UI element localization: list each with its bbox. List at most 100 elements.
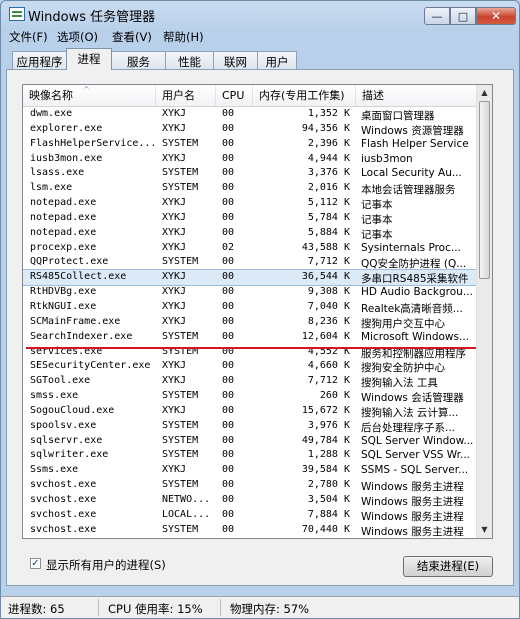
task-manager-window: Windows 任务管理器 — □ ✕ 文件(F) 选项(O) 查看(V) 帮助… bbox=[0, 0, 520, 619]
process-user: SYSTEM bbox=[162, 479, 199, 491]
process-user: XYKJ bbox=[162, 108, 187, 119]
column-image-name[interactable]: ^ 映像名称 bbox=[23, 85, 156, 106]
process-row[interactable]: svchost.exe LOCAL... 00 7,884 K Windows 服务主进… bbox=[23, 508, 478, 523]
process-row[interactable]: sqlwriter.exe SYSTEM 00 1,288 K SQL Server V… bbox=[23, 448, 478, 463]
tab-processes[interactable]: 进程 bbox=[66, 48, 112, 70]
process-cpu: 00 bbox=[222, 523, 235, 535]
process-row[interactable]: explorer.exe XYKJ 00 94,356 K Windows 资源管理器 bbox=[23, 122, 478, 137]
maximize-button[interactable]: □ bbox=[450, 7, 476, 25]
cpu-usage: CPU 使用率: 15% bbox=[108, 602, 203, 616]
process-row[interactable]: iusb3mon.exe XYKJ 00 4,944 K iusb3mon bbox=[23, 152, 478, 167]
process-row[interactable]: SCMainFrame.exe XYKJ 00 8,236 K 搜狗用户交互中心 bbox=[23, 315, 478, 330]
process-row[interactable]: sqlservr.exe SYSTEM 00 49,784 K SQL Server W… bbox=[23, 434, 478, 449]
process-user: SYSTEM bbox=[162, 137, 199, 149]
process-row[interactable]: spoolsv.exe SYSTEM 00 3,976 K 后台处理程序子系... bbox=[23, 419, 478, 434]
process-cpu: 00 bbox=[222, 434, 235, 446]
process-image-name: RS485Collect.exe bbox=[30, 271, 127, 283]
end-process-button[interactable]: 结束进程(E) bbox=[403, 556, 493, 577]
process-cpu: 00 bbox=[222, 360, 235, 372]
process-cpu: 00 bbox=[222, 226, 235, 238]
process-row[interactable]: procexp.exe XYKJ 02 43,588 K Sysinternals Pr… bbox=[23, 241, 478, 256]
scroll-down-icon[interactable]: ▼ bbox=[479, 523, 490, 537]
process-memory: 1,288 K bbox=[307, 449, 350, 461]
process-image-name: lsm.exe bbox=[30, 182, 73, 194]
process-row[interactable]: svchost.exe SYSTEM 00 2,780 K Windows 服务主进程 bbox=[23, 478, 478, 493]
process-description: Flash Helper Service bbox=[361, 137, 469, 150]
vertical-scrollbar[interactable]: ▲ ▼ bbox=[476, 85, 492, 538]
process-description: HD Audio Backgrou... bbox=[361, 286, 473, 299]
process-cpu: 00 bbox=[222, 271, 235, 283]
process-row[interactable]: SGTool.exe XYKJ 00 7,712 K 搜狗输入法 工具 bbox=[23, 374, 478, 389]
process-description: QQ安全防护进程 (Q... bbox=[361, 258, 467, 271]
process-memory: 43,588 K bbox=[301, 241, 350, 253]
process-row[interactable]: RS485Collect.exe XYKJ 00 36,544 K 多串口RS485采集… bbox=[23, 269, 479, 287]
process-row[interactable]: SESecurityCenter.exe XYKJ 00 4,660 K 搜狗安全防护中… bbox=[23, 359, 478, 374]
process-user: XYKJ bbox=[162, 241, 187, 253]
close-button[interactable]: ✕ bbox=[476, 7, 516, 25]
process-image-name: svchost.exe bbox=[30, 523, 97, 535]
process-memory: 3,504 K bbox=[307, 493, 350, 505]
column-memory[interactable]: 内存(专用工作集) bbox=[253, 85, 356, 106]
tab-applications[interactable]: 应用程序 bbox=[12, 51, 67, 69]
process-description: 记事本 bbox=[361, 199, 393, 212]
scroll-up-icon[interactable]: ▲ bbox=[479, 86, 490, 100]
process-row[interactable]: notepad.exe XYKJ 00 5,784 K 记事本 bbox=[23, 211, 478, 226]
process-memory: 12,604 K bbox=[301, 330, 350, 342]
sort-ascending-icon: ^ bbox=[83, 85, 90, 94]
process-description: 桌面窗口管理器 bbox=[361, 110, 435, 122]
menu-view[interactable]: 查看(V) bbox=[112, 29, 152, 45]
process-user: XYKJ bbox=[162, 286, 187, 298]
menu-options[interactable]: 选项(O) bbox=[57, 29, 98, 45]
process-cpu: 00 bbox=[222, 286, 235, 298]
process-description: SQL Server Window... bbox=[361, 434, 474, 447]
process-cpu: 00 bbox=[222, 197, 235, 209]
process-description: 记事本 bbox=[361, 228, 393, 241]
process-row[interactable]: QQProtect.exe SYSTEM 00 7,712 K QQ安全防护进程 (Q.… bbox=[23, 255, 478, 270]
process-description: 搜狗用户交互中心 bbox=[361, 317, 445, 330]
process-row[interactable]: SearchIndexer.exe SYSTEM 00 12,604 K Microso… bbox=[23, 330, 478, 345]
process-list[interactable]: ^ 映像名称 用户名 CPU 内存(专用工作集) 描述 dwm.exe XYKJ 0… bbox=[22, 84, 493, 539]
process-image-name: sqlwriter.exe bbox=[30, 449, 109, 461]
process-row[interactable]: SogouCloud.exe XYKJ 00 15,672 K 搜狗输入法 云计算... bbox=[23, 404, 478, 419]
process-memory: 2,780 K bbox=[307, 479, 350, 491]
process-row[interactable]: dwm.exe XYKJ 00 1,352 K 桌面窗口管理器 bbox=[23, 107, 478, 122]
column-header: ^ 映像名称 用户名 CPU 内存(专用工作集) 描述 bbox=[23, 85, 478, 107]
process-row[interactable]: smss.exe SYSTEM 00 260 K Windows 会话管理器 bbox=[23, 389, 478, 404]
process-user: NETWO... bbox=[162, 493, 211, 505]
process-description: Local Security Au... bbox=[361, 167, 462, 180]
process-cpu: 00 bbox=[222, 256, 235, 268]
column-description[interactable]: 描述 bbox=[356, 85, 478, 106]
process-image-name: SCMainFrame.exe bbox=[30, 315, 121, 327]
process-description: 多串口RS485采集软件 bbox=[361, 273, 469, 286]
menu-help[interactable]: 帮助(H) bbox=[163, 29, 204, 45]
process-row[interactable]: Ssms.exe XYKJ 00 39,584 K SSMS - SQL Server.… bbox=[23, 463, 478, 478]
process-memory: 9,308 K bbox=[307, 286, 350, 298]
process-row[interactable]: svchost.exe SYSTEM 00 70,440 K Windows 服务主进程 bbox=[23, 523, 478, 538]
tab-strip: 应用程序 进程 服务 性能 联网 用户 bbox=[1, 48, 519, 70]
column-cpu[interactable]: CPU bbox=[216, 85, 253, 106]
process-image-name: RtkNGUI.exe bbox=[30, 300, 97, 312]
tab-performance[interactable]: 性能 bbox=[165, 51, 214, 69]
menu-file[interactable]: 文件(F) bbox=[9, 29, 48, 45]
show-all-users-checkbox[interactable]: ✓ bbox=[30, 558, 41, 569]
process-row[interactable]: lsm.exe SYSTEM 00 2,016 K 本地会话管理器服务 bbox=[23, 181, 478, 196]
process-image-name: SESecurityCenter.exe bbox=[30, 360, 151, 372]
scrollbar-thumb[interactable] bbox=[479, 101, 490, 279]
process-row[interactable]: notepad.exe XYKJ 00 5,112 K 记事本 bbox=[23, 196, 478, 211]
process-row[interactable]: svchost.exe NETWO... 00 3,504 K Windows 服务主进… bbox=[23, 493, 478, 508]
close-icon: ✕ bbox=[490, 9, 502, 23]
process-description: Windows 资源管理器 bbox=[361, 124, 464, 137]
process-row[interactable]: notepad.exe XYKJ 00 5,884 K 记事本 bbox=[23, 226, 478, 241]
process-row[interactable]: FlashHelperService... SYSTEM 00 2,396 K Flas… bbox=[23, 137, 478, 152]
process-row[interactable]: RtHDVBg.exe XYKJ 00 9,308 K HD Audio Backgro… bbox=[23, 285, 478, 300]
minimize-button[interactable]: — bbox=[424, 7, 450, 25]
title-bar[interactable]: Windows 任务管理器 — □ ✕ bbox=[1, 1, 519, 27]
process-description: Microsoft Windows... bbox=[361, 330, 470, 343]
process-row[interactable]: RtkNGUI.exe XYKJ 00 7,040 K Realtek高清晰音频... bbox=[23, 300, 478, 315]
tab-services[interactable]: 服务 bbox=[111, 51, 166, 69]
process-cpu: 00 bbox=[222, 315, 235, 327]
process-row[interactable]: lsass.exe SYSTEM 00 3,376 K Local Security A… bbox=[23, 166, 478, 181]
tab-users[interactable]: 用户 bbox=[257, 51, 297, 69]
column-user-name[interactable]: 用户名 bbox=[156, 85, 216, 106]
tab-networking[interactable]: 联网 bbox=[213, 51, 258, 69]
